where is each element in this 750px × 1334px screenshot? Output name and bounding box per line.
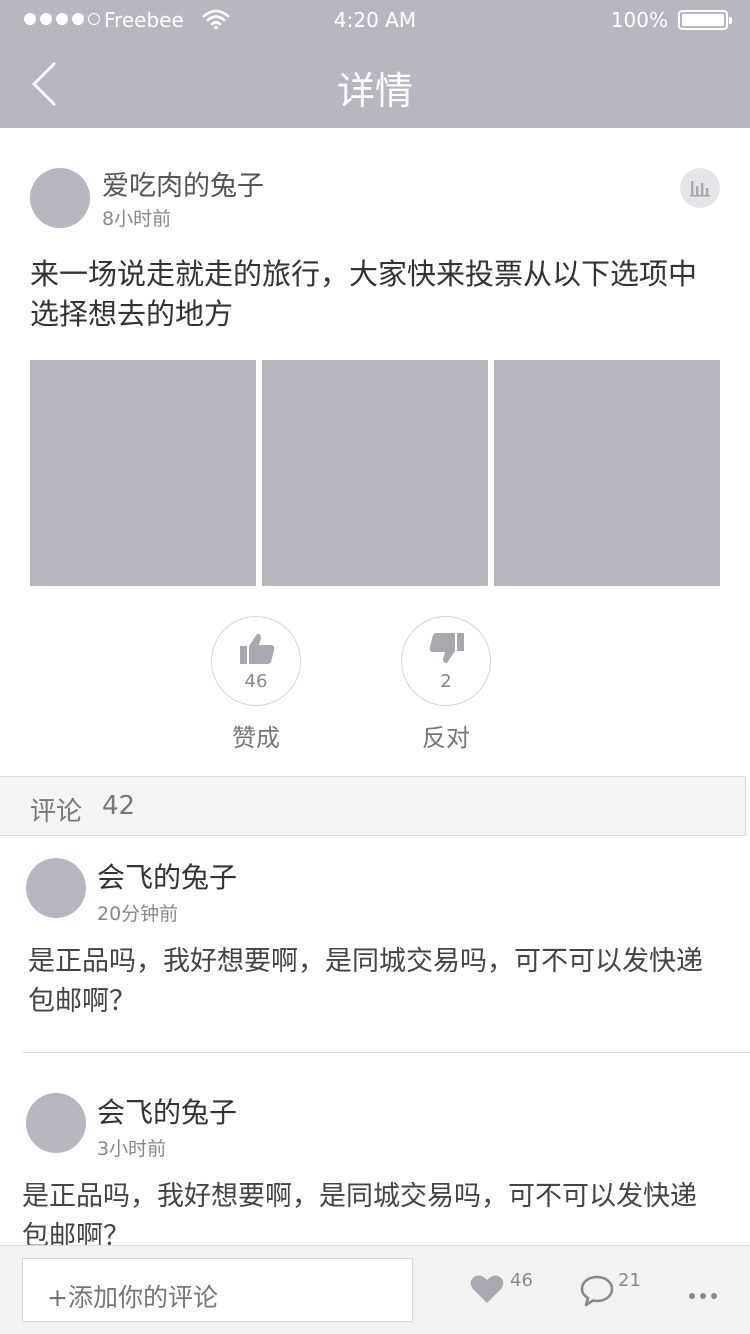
- oppose-button[interactable]: 2: [401, 616, 491, 706]
- like-count: 46: [510, 1270, 533, 1291]
- post-image[interactable]: [30, 360, 256, 586]
- avatar[interactable]: [26, 1093, 86, 1153]
- avatar[interactable]: [30, 168, 90, 228]
- comments-label: 评论: [30, 797, 83, 827]
- bar-chart-icon: [690, 181, 710, 197]
- stats-button[interactable]: [680, 168, 720, 208]
- divider: [22, 1052, 750, 1053]
- battery-icon: [678, 10, 732, 30]
- oppose-count: 2: [440, 671, 452, 692]
- comment-author[interactable]: 会飞的兔子: [97, 1091, 237, 1131]
- battery-fill: [682, 14, 724, 26]
- more-button[interactable]: [688, 1286, 718, 1305]
- post-image[interactable]: [262, 360, 488, 586]
- heart-icon: [470, 1275, 504, 1303]
- post-image[interactable]: [494, 360, 720, 586]
- comment-time: 3小时前: [97, 1138, 167, 1160]
- comments-count: 42: [102, 791, 136, 821]
- agree-button[interactable]: 46: [211, 616, 301, 706]
- post-author[interactable]: 爱吃肉的兔子: [102, 164, 264, 203]
- oppose-label: 反对: [422, 724, 470, 752]
- comment-button[interactable]: [580, 1274, 614, 1312]
- comment-count: 21: [618, 1270, 641, 1291]
- agree-label: 赞成: [232, 724, 280, 752]
- agree-count: 46: [244, 671, 268, 692]
- comment-input[interactable]: [22, 1258, 413, 1322]
- comments-header: 评论 42: [0, 776, 746, 836]
- like-button[interactable]: [470, 1274, 504, 1308]
- comment-author[interactable]: 会飞的兔子: [97, 856, 237, 896]
- battery-percent: 100%: [610, 8, 668, 32]
- comment-time: 20分钟前: [97, 903, 179, 925]
- avatar[interactable]: [26, 858, 86, 918]
- page-title: 详情: [336, 69, 413, 113]
- thumbs-down-icon: [429, 633, 464, 664]
- post-time: 8小时前: [102, 208, 172, 230]
- app-header: Freebee 4:20 AM 100% 详情: [0, 0, 750, 128]
- more-dots-icon: [689, 1293, 717, 1299]
- bottom-bar: 46 21: [0, 1245, 750, 1334]
- thumbs-up-icon: [240, 633, 275, 664]
- status-bar: Freebee 4:20 AM 100%: [0, 0, 750, 40]
- post-images: [30, 360, 720, 586]
- post-text: 来一场说走就走的旅行，大家快来投票从以下选项中选择想去的地方: [30, 257, 698, 331]
- comment-text: 是正品吗，我好想要啊，是同城交易吗，可不可以发快递包邮啊？: [28, 946, 703, 1017]
- speech-bubble-icon: [580, 1275, 614, 1307]
